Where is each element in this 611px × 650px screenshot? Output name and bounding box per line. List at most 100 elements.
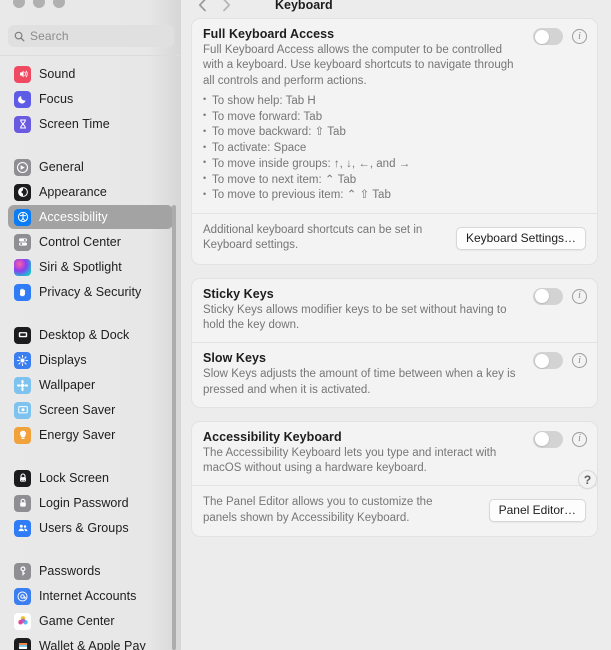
keyboard-shortcut-item: To move inside groups: ↑, ↓, ←, and → bbox=[203, 156, 586, 173]
back-button[interactable] bbox=[191, 0, 213, 16]
info-icon[interactable]: i bbox=[572, 431, 587, 447]
screen-time-icon bbox=[14, 115, 31, 133]
control-center-icon bbox=[14, 233, 31, 251]
toggle-knob bbox=[534, 29, 549, 44]
sidebar-item-sound[interactable]: Sound bbox=[8, 62, 173, 86]
setting-row: Slow Keys Slow Keys adjusts the amount of… bbox=[192, 342, 597, 407]
minimize-button[interactable] bbox=[33, 0, 45, 8]
sound-icon bbox=[14, 65, 31, 83]
wallpaper-icon bbox=[14, 376, 31, 394]
close-button[interactable] bbox=[13, 0, 25, 8]
privacy-icon bbox=[14, 283, 31, 301]
setting-controls: i bbox=[533, 287, 587, 305]
toggle-switch[interactable] bbox=[533, 352, 563, 370]
keyboard-settings-button[interactable]: Keyboard Settings… bbox=[455, 226, 586, 250]
sidebar-group-separator bbox=[0, 305, 181, 323]
search-field[interactable]: Search bbox=[8, 25, 174, 47]
sidebar-item-desktop-dock[interactable]: Desktop & Dock bbox=[8, 323, 173, 347]
setting-title: Full Keyboard Access bbox=[203, 27, 335, 41]
sidebar-item-screen-time[interactable]: Screen Time bbox=[8, 112, 173, 136]
info-icon[interactable]: i bbox=[572, 353, 587, 369]
sidebar-list: Sound Focus Screen Time General Appearance Ac… bbox=[0, 55, 181, 650]
sidebar-item-wallpaper[interactable]: Wallpaper bbox=[8, 373, 173, 397]
siri-icon bbox=[14, 258, 31, 276]
toggle-switch[interactable] bbox=[533, 430, 563, 448]
sidebar-item-screen-saver[interactable]: Screen Saver bbox=[8, 398, 173, 422]
sidebar-item-lock-screen[interactable]: Lock Screen bbox=[8, 466, 173, 490]
sidebar-group-separator bbox=[0, 448, 181, 466]
panel-editor-button[interactable]: Panel Editor… bbox=[488, 499, 586, 523]
sidebar-item-control-center[interactable]: Control Center bbox=[8, 230, 173, 254]
sidebar-item-label: Appearance bbox=[39, 185, 107, 199]
sidebar-item-login-password[interactable]: Login Password bbox=[8, 491, 173, 515]
sidebar-group: Lock Screen Login Password Users & Groups bbox=[0, 466, 181, 540]
sidebar-top-divider bbox=[0, 55, 181, 56]
setting-controls: i bbox=[533, 28, 587, 45]
toggle-knob bbox=[534, 432, 549, 447]
setting-controls: i bbox=[533, 430, 587, 448]
sidebar-group: Desktop & Dock Displays Wallpaper Screen Sa… bbox=[0, 323, 181, 447]
toggle-switch[interactable] bbox=[533, 28, 563, 45]
sidebar-item-label: Desktop & Dock bbox=[39, 328, 130, 342]
card-action-row: The Panel Editor allows you to customize… bbox=[192, 485, 597, 536]
keyboard-shortcut-list: To show help: Tab HTo move forward: TabT… bbox=[203, 93, 586, 204]
sidebar-item-label: Users & Groups bbox=[39, 521, 129, 535]
sidebar-group: Passwords Internet Accounts Game Center Wal… bbox=[0, 559, 181, 650]
sidebar-item-focus[interactable]: Focus bbox=[8, 87, 173, 111]
sidebar-item-users-groups[interactable]: Users & Groups bbox=[8, 516, 173, 540]
settings-card: Accessibility Keyboard The Accessibility … bbox=[191, 420, 598, 537]
setting-description: Slow Keys adjusts the amount of time bet… bbox=[203, 368, 516, 396]
general-icon bbox=[14, 158, 31, 176]
sidebar-item-label: Sound bbox=[39, 67, 76, 81]
toggle-knob bbox=[534, 353, 549, 368]
sidebar-item-label: Game Center bbox=[39, 614, 115, 628]
sidebar-item-label: Login Password bbox=[39, 496, 129, 510]
sidebar-item-label: Privacy & Security bbox=[39, 285, 142, 299]
zoom-button[interactable] bbox=[53, 0, 65, 8]
passwords-icon bbox=[14, 562, 31, 580]
titlebar: Keyboard bbox=[181, 0, 611, 18]
internet-accounts-icon bbox=[14, 587, 31, 605]
sidebar-item-siri-spotlight[interactable]: Siri & Spotlight bbox=[8, 255, 173, 279]
info-icon[interactable]: i bbox=[572, 29, 587, 44]
settings-panel: Full Keyboard Access Full Keyboard Access… bbox=[181, 18, 611, 650]
search-icon bbox=[14, 31, 25, 42]
sidebar-item-label: Accessibility bbox=[39, 210, 108, 224]
window-traffic-lights bbox=[13, 0, 65, 8]
sidebar-item-label: Wallet & Apple Pay bbox=[39, 639, 146, 650]
focus-icon bbox=[14, 90, 31, 108]
sidebar-item-accessibility[interactable]: Accessibility bbox=[8, 205, 173, 229]
sidebar-item-displays[interactable]: Displays bbox=[8, 348, 173, 372]
sidebar-item-label: General bbox=[39, 160, 84, 174]
game-center-icon bbox=[14, 612, 31, 630]
sidebar-item-label: Focus bbox=[39, 92, 74, 106]
sidebar-item-game-center[interactable]: Game Center bbox=[8, 609, 173, 633]
sidebar-group: General Appearance Accessibility Control Ce… bbox=[0, 155, 181, 304]
sidebar-item-label: Internet Accounts bbox=[39, 589, 137, 603]
toggle-switch[interactable] bbox=[533, 287, 563, 305]
sidebar-item-appearance[interactable]: Appearance bbox=[8, 180, 173, 204]
setting-row: Full Keyboard Access Full Keyboard Access… bbox=[192, 19, 597, 213]
info-icon[interactable]: i bbox=[572, 288, 587, 304]
setting-title: Sticky Keys bbox=[203, 286, 274, 301]
sidebar-item-energy-saver[interactable]: Energy Saver bbox=[8, 423, 173, 447]
keyboard-shortcut-item: To move to previous item: ⌃ ⇧ Tab bbox=[203, 188, 586, 204]
sidebar-item-passwords[interactable]: Passwords bbox=[8, 559, 173, 583]
sidebar-item-internet-accounts[interactable]: Internet Accounts bbox=[8, 584, 173, 608]
sidebar-item-label: Wallpaper bbox=[39, 378, 96, 392]
keyboard-shortcut-item: To activate: Space bbox=[203, 141, 586, 157]
setting-row: Sticky Keys Sticky Keys allows modifier k… bbox=[192, 279, 597, 343]
forward-button[interactable] bbox=[215, 0, 237, 16]
accessibility-icon bbox=[14, 208, 31, 226]
sidebar-item-general[interactable]: General bbox=[8, 155, 173, 179]
screen-saver-icon bbox=[14, 401, 31, 419]
sidebar-item-label: Siri & Spotlight bbox=[39, 260, 122, 274]
sidebar-item-label: Displays bbox=[39, 353, 87, 367]
sidebar-item-label: Screen Saver bbox=[39, 403, 116, 417]
sidebar-item-wallet-apple-pay[interactable]: Wallet & Apple Pay bbox=[8, 634, 173, 650]
sidebar-item-privacy-security[interactable]: Privacy & Security bbox=[8, 280, 173, 304]
help-button[interactable]: ? bbox=[578, 470, 597, 489]
sidebar-scrollbar[interactable] bbox=[172, 205, 176, 650]
settings-card: Sticky Keys Sticky Keys allows modifier k… bbox=[191, 277, 598, 408]
card-action-row: Additional keyboard shortcuts can be set… bbox=[192, 213, 597, 264]
